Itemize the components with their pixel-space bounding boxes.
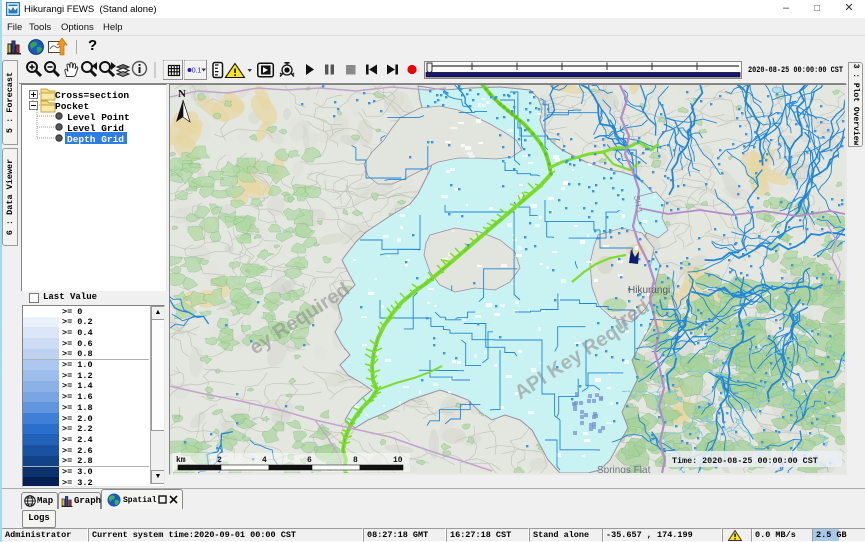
svg-text:Level Point: Level Point — [67, 112, 130, 123]
svg-text:Pocket: Pocket — [55, 101, 89, 112]
svg-text:Cross=section: Cross=section — [55, 90, 129, 101]
svg-text:0.1: 0.1 — [192, 68, 201, 75]
svg-text:Depth Grid: Depth Grid — [67, 134, 124, 145]
svg-text:Hikurangi: Hikurangi — [628, 285, 670, 296]
svg-text:km: km — [176, 456, 186, 465]
svg-text:4: 4 — [262, 456, 267, 465]
svg-text:N: N — [178, 88, 186, 100]
svg-text:Time: 2020-08-25 00:00:00 CST: Time: 2020-08-25 00:00:00 CST — [672, 456, 818, 466]
svg-text:6: 6 — [307, 456, 312, 465]
svg-text:Springs Flat: Springs Flat — [597, 465, 651, 473]
svg-text:10: 10 — [393, 456, 403, 465]
svg-text:Level Grid: Level Grid — [67, 123, 124, 134]
svg-text:2020-08-25 00:00:00 CST: 2020-08-25 00:00:00 CST — [748, 65, 843, 75]
svg-text:8: 8 — [353, 456, 358, 465]
svg-text:2: 2 — [217, 456, 222, 465]
